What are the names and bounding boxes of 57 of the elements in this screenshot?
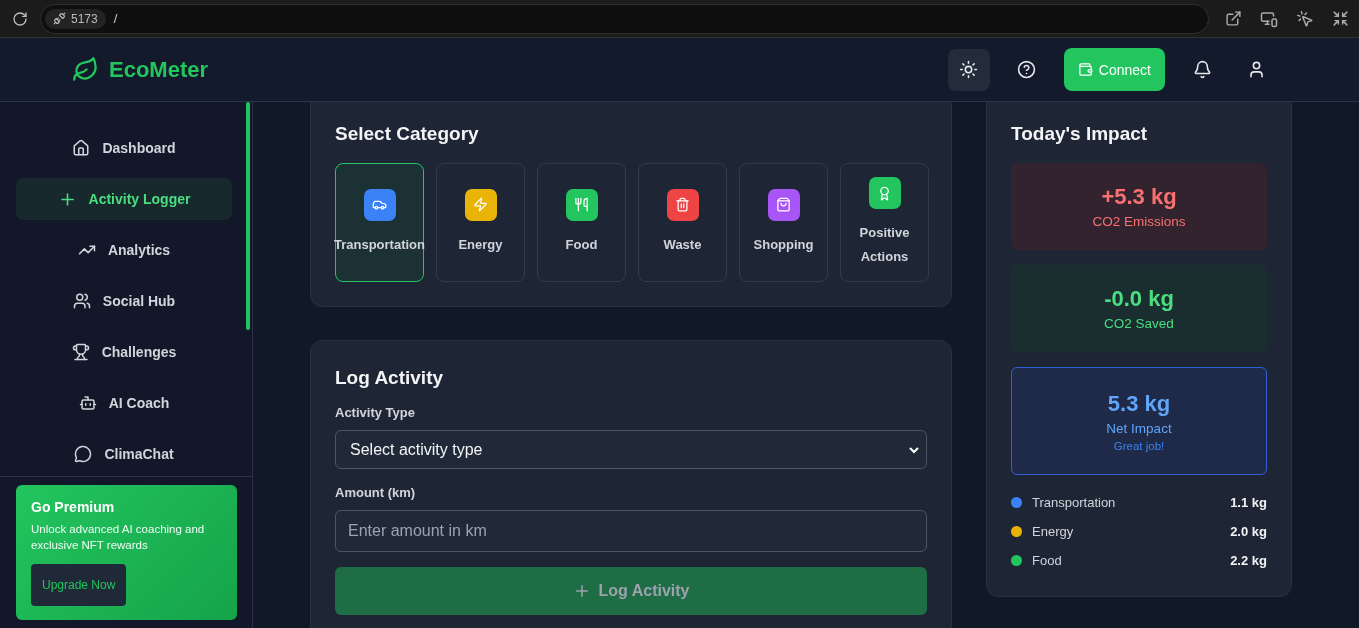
breakdown-label: Energy — [1032, 524, 1075, 539]
section-title: Select Category — [335, 123, 480, 145]
address-bar[interactable]: 5173 / — [40, 3, 1209, 34]
section-title: Today's Impact — [1011, 123, 1149, 145]
category-tile[interactable]: Waste — [638, 163, 727, 282]
nav-item[interactable]: Dashboard — [16, 127, 232, 169]
impact-value: 5.3 kg — [1107, 390, 1171, 417]
scrollbar-thumb[interactable] — [246, 102, 250, 330]
upgrade-button[interactable]: Upgrade Now — [31, 564, 127, 606]
breakdown-label: Transportation — [1032, 495, 1117, 510]
impact-note: Great job! — [1113, 439, 1165, 452]
amount-field[interactable]: Enter amount in km — [335, 510, 927, 552]
field-label: Activity Type — [335, 405, 416, 420]
external-link-icon[interactable] — [1225, 9, 1242, 27]
wallet-icon — [1077, 62, 1093, 77]
impact-label: Net Impact — [1106, 420, 1172, 436]
devices-icon[interactable] — [1260, 9, 1278, 28]
breakdown-value: 1.1 kg — [1230, 495, 1267, 510]
reload-icon[interactable] — [12, 10, 28, 27]
nav-item[interactable]: Social Hub — [16, 280, 232, 322]
leaf-icon — [72, 56, 99, 83]
nav-item[interactable]: AI Coach — [16, 382, 232, 424]
category-tile[interactable]: Positive Actions — [840, 163, 929, 282]
impact-label: CO2 Emissions — [1092, 214, 1186, 229]
breakdown-value: 2.0 kg — [1230, 524, 1267, 539]
premium-text: Unlock advanced AI coaching and exclusive NFT rewards — [31, 521, 206, 554]
pointer-icon[interactable] — [1296, 9, 1314, 28]
breakdown-value: 2.2 kg — [1230, 553, 1267, 568]
nav-item[interactable]: Analytics — [16, 229, 232, 271]
shrink-icon[interactable] — [1332, 9, 1349, 27]
brand-name: EcoMeter — [109, 56, 209, 83]
theme-button[interactable] — [947, 48, 990, 91]
help-icon — [1017, 60, 1037, 79]
impact-value: -0.0 kg — [1104, 286, 1174, 312]
plug-icon — [53, 12, 66, 25]
section-title: Log Activity — [335, 367, 445, 389]
users-icon — [72, 292, 91, 310]
nav-item[interactable]: ClimaChat — [16, 433, 232, 475]
activity-type-select[interactable]: Select activity type — [335, 430, 927, 469]
impact-label: CO2 Saved — [1104, 316, 1174, 331]
category-tile[interactable]: Food — [537, 163, 626, 282]
bell-icon — [1192, 60, 1212, 79]
port-badge: 5173 — [45, 8, 106, 29]
chat-icon — [74, 445, 93, 463]
category-tile[interactable]: Energy — [436, 163, 525, 282]
field-label: Amount (km) — [335, 485, 417, 500]
home-icon — [72, 139, 91, 157]
robot-icon — [78, 394, 97, 412]
category-tile[interactable]: Shopping — [739, 163, 828, 282]
nav-item[interactable]: Activity Logger — [16, 178, 232, 220]
sun-icon — [959, 60, 979, 79]
impact-value: +5.3 kg — [1101, 184, 1177, 210]
premium-title: Go Premium — [31, 498, 116, 515]
url-path: / — [113, 11, 118, 26]
trophy-icon — [71, 343, 90, 361]
nav-item[interactable]: Challenges — [16, 331, 232, 373]
breakdown-label: Food — [1032, 553, 1063, 568]
